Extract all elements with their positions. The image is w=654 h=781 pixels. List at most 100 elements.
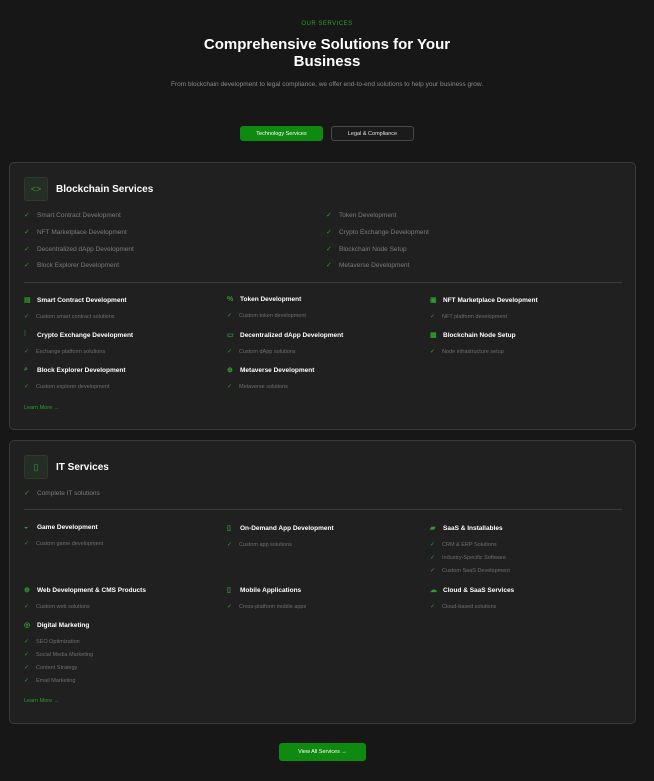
service-on-demand-app[interactable]: ▯ On-Demand App Development ✓ Custom app s…: [227, 524, 417, 549]
server-icon: ▦: [430, 332, 437, 339]
feature-label: NFT Marketplace Development: [37, 228, 127, 236]
service-token[interactable]: % Token Development ✓ Custom token develop…: [227, 296, 417, 319]
blockchain-services-card: <> Blockchain Services ✓ Smart Contract D…: [9, 162, 636, 430]
service-subitem: Cross-platform mobile apps: [239, 603, 307, 610]
view-all-services-button[interactable]: View All Services →: [279, 743, 366, 761]
service-tabs: Technology Services Legal & Compliance: [0, 126, 654, 141]
check-icon: ✓: [430, 542, 436, 548]
chart-icon: ⫶: [24, 331, 26, 338]
target-icon: ◎: [24, 622, 31, 629]
mobile-icon: ▯: [227, 525, 231, 532]
service-title: Web Development & CMS Products: [37, 586, 146, 594]
check-icon: ✓: [24, 262, 30, 269]
blockchain-card-header: <> Blockchain Services: [24, 177, 153, 201]
feature-item: ✓ Block Explorer Development: [24, 261, 120, 270]
page-subtitle: From blockchain development to legal com…: [0, 80, 654, 90]
feature-label: Complete IT solutions: [37, 489, 100, 497]
gamepad-icon: ◒: [24, 524, 29, 531]
service-mobile-applications[interactable]: ▯ Mobile Applications ✓ Cross-platform mob…: [227, 586, 417, 611]
feature-item: ✓ Blockchain Node Setup: [326, 245, 407, 254]
feature-label: Block Explorer Development: [37, 261, 120, 269]
service-game-development[interactable]: ◒ Game Development ✓ Custom game developme…: [24, 524, 214, 547]
service-subitem: Custom explorer development: [36, 383, 110, 390]
check-icon: ✓: [24, 229, 30, 236]
mobile-icon: ▯: [227, 587, 231, 594]
service-subitem: Email Marketing: [36, 677, 76, 684]
service-subitem: Custom app solutions: [239, 541, 292, 548]
service-block-explorer[interactable]: ⌕ Block Explorer Development ✓ Custom expl…: [24, 366, 214, 390]
coins-icon: %: [227, 296, 234, 303]
service-saas-installables[interactable]: ▰ SaaS & Installables ✓ CRM & ERP Solution…: [430, 524, 620, 575]
check-icon: ✓: [430, 314, 436, 320]
it-services-card: ▯ IT Services ✓ Complete IT solutions ◒ Ga…: [9, 440, 636, 724]
it-learn-more-link[interactable]: Learn More →: [24, 698, 59, 704]
service-smart-contract[interactable]: ▤ Smart Contract Development ✓ Custom smar…: [24, 296, 214, 321]
divider: [24, 282, 622, 283]
blockchain-card-title: Blockchain Services: [56, 183, 154, 195]
check-icon: ✓: [24, 384, 30, 390]
service-subitem: Social Media Marketing: [36, 651, 94, 658]
check-icon: ✓: [24, 678, 30, 684]
service-title: Digital Marketing: [37, 621, 90, 629]
service-digital-marketing[interactable]: ◎ Digital Marketing ✓ SEO Optimization ✓ So…: [24, 621, 214, 685]
service-title: Decentralized dApp Development: [240, 331, 344, 339]
mobile-icon: ▯: [24, 455, 48, 479]
service-subitem: Exchange platform solutions: [36, 348, 106, 355]
window-icon: ▭: [227, 332, 234, 339]
service-web-development[interactable]: ⊕ Web Development & CMS Products ✓ Custom …: [24, 586, 214, 611]
service-title: NFT Marketplace Development: [443, 296, 538, 304]
service-node-setup[interactable]: ▦ Blockchain Node Setup ✓ Node infrastruct…: [430, 331, 620, 356]
check-icon: ✓: [227, 604, 233, 610]
service-title: Cloud & SaaS Services: [443, 586, 515, 594]
tab-technology-services[interactable]: Technology Services: [240, 126, 323, 141]
service-subitem: Cloud-based solutions: [442, 603, 497, 610]
feature-item: ✓ Complete IT solutions: [24, 489, 100, 498]
service-subitem: Custom web solutions: [36, 603, 90, 610]
check-icon: ✓: [430, 555, 436, 561]
globe-icon: ⊕: [227, 367, 233, 374]
service-title: Block Explorer Development: [37, 366, 126, 374]
service-metaverse[interactable]: ⊕ Metaverse Development ✓ Metaverse soluti…: [227, 366, 417, 391]
feature-item: ✓ Decentralized dApp Development: [24, 245, 134, 254]
service-dapp[interactable]: ▭ Decentralized dApp Development ✓ Custom …: [227, 331, 417, 356]
code-brackets-icon: <>: [24, 177, 48, 201]
document-icon: ▤: [24, 297, 31, 304]
page-title: Comprehensive Solutions for Your Busines…: [0, 36, 654, 70]
feature-item: ✓ NFT Marketplace Development: [24, 228, 127, 237]
service-subitem: Industry-Specific Software: [442, 554, 506, 561]
page-title-text: Comprehensive Solutions for Your Busines…: [203, 36, 451, 70]
blockchain-learn-more-link[interactable]: Learn More →: [24, 405, 59, 411]
section-eyebrow: OUR SERVICES: [301, 21, 353, 27]
check-icon: ✓: [24, 541, 30, 547]
check-icon: ✓: [227, 313, 233, 319]
service-subitem: Custom dApp solutions: [239, 348, 296, 355]
globe-icon: ⊕: [24, 587, 30, 594]
service-title: Mobile Applications: [240, 586, 302, 594]
feature-item: ✓ Metaverse Development: [326, 261, 409, 270]
check-icon: ✓: [24, 349, 30, 355]
feature-item: ✓ Token Development: [326, 211, 397, 220]
tab-legal-compliance[interactable]: Legal & Compliance: [331, 126, 414, 141]
service-title: SaaS & Installables: [443, 524, 503, 532]
check-icon: ✓: [24, 665, 30, 671]
check-icon: ✓: [24, 314, 30, 320]
check-icon: ✓: [227, 349, 233, 355]
feature-label: Crypto Exchange Development: [339, 228, 429, 236]
layers-icon: ▰: [430, 525, 436, 532]
service-title: Smart Contract Development: [37, 296, 127, 304]
service-subitem: CRM & ERP Solutions: [442, 541, 497, 548]
service-crypto-exchange[interactable]: ⫶ Crypto Exchange Development ✓ Exchange p…: [24, 331, 214, 355]
feature-item: ✓ Smart Contract Development: [24, 211, 121, 220]
service-title: Metaverse Development: [240, 366, 315, 374]
service-nft-marketplace[interactable]: ▣ NFT Marketplace Development ✓ NFT platfo…: [430, 296, 620, 321]
service-title: Blockchain Node Setup: [443, 331, 516, 339]
service-subitem: SEO Optimization: [36, 638, 80, 645]
check-icon: ✓: [24, 490, 30, 497]
service-cloud-saas[interactable]: ☁ Cloud & SaaS Services ✓ Cloud-based solu…: [430, 586, 620, 611]
image-icon: ▣: [430, 297, 437, 304]
check-icon: ✓: [326, 246, 332, 253]
it-card-title: IT Services: [56, 461, 109, 473]
check-icon: ✓: [24, 212, 30, 219]
feature-label: Token Development: [339, 211, 397, 219]
check-icon: ✓: [24, 604, 30, 610]
